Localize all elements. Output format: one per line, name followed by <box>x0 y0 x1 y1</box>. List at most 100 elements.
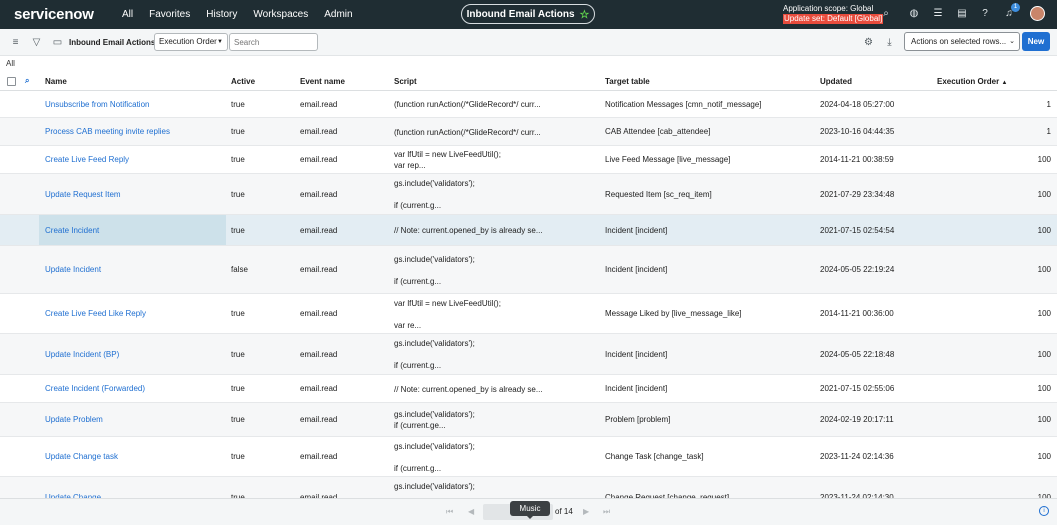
cell-name[interactable]: Update Incident (BP) <box>45 350 119 360</box>
breadcrumb[interactable]: All <box>6 59 15 68</box>
help-icon[interactable]: ? <box>979 8 991 20</box>
cell-name[interactable]: Update Change task <box>45 452 118 462</box>
select-all-checkbox[interactable] <box>7 77 16 86</box>
cell-execution-order: 100 <box>1037 350 1051 359</box>
column-header-order[interactable]: Execution Order ▲ <box>937 77 1007 86</box>
cell-script: (function runAction(/*GlideRecord*/ curr… <box>394 128 541 137</box>
settings-gear-icon[interactable]: ⚙ <box>863 37 874 48</box>
avatar[interactable] <box>1030 6 1045 21</box>
column-header-target[interactable]: Target table <box>605 77 650 86</box>
cell-name[interactable]: Unsubscribe from Notification <box>45 100 149 110</box>
chat-icon[interactable]: ☰ <box>932 8 944 20</box>
table-row[interactable]: Update Problem true email.read gs.include('… <box>0 403 1057 437</box>
next-page-icon[interactable]: ▶ <box>583 507 589 516</box>
cell-event-name: email.read <box>300 350 338 359</box>
chevron-down-icon: ▼ <box>217 39 223 45</box>
nav-favorites[interactable]: Favorites <box>149 9 190 20</box>
cell-event-name: email.read <box>300 309 338 318</box>
table-row[interactable]: Create Live Feed Reply true email.read var … <box>0 146 1057 174</box>
cell-name[interactable]: Update Request Item <box>45 190 121 200</box>
cell-active: false <box>231 265 248 274</box>
favorite-star-icon[interactable]: ☆ <box>580 8 590 21</box>
search-columns-icon[interactable]: ⌕ <box>25 76 29 86</box>
cell-updated: 2023-10-16 04:44:35 <box>820 127 895 136</box>
servicenow-logo[interactable]: servicenow <box>14 6 116 23</box>
cell-name[interactable]: Create Live Feed Like Reply <box>45 309 146 319</box>
cell-target-table: Notification Messages [cmn_notif_message… <box>605 100 762 109</box>
cell-name[interactable]: Update Problem <box>45 415 103 425</box>
previous-page-icon[interactable]: ◀ <box>468 507 474 516</box>
table-row[interactable]: Create Incident (Forwarded) true email.rea… <box>0 375 1057 403</box>
sort-field-select[interactable]: Execution Order ▼ <box>154 33 228 51</box>
download-icon[interactable]: ⤓ <box>884 37 895 48</box>
nav-workspaces[interactable]: Workspaces <box>253 9 308 20</box>
cell-event-name: email.read <box>300 452 338 461</box>
globe-icon[interactable]: ◍ <box>908 8 920 20</box>
cell-script: var lfUtil = new LiveFeedUtil(); var rep… <box>394 150 501 170</box>
cell-script: gs.include('validators'); if (current.g.… <box>394 442 475 473</box>
cell-updated: 2023-11-24 02:14:36 <box>820 452 894 461</box>
nav-admin[interactable]: Admin <box>324 9 352 20</box>
cell-name[interactable]: Update Incident <box>45 265 101 275</box>
list-title[interactable]: Inbound Email Actions <box>69 38 155 47</box>
notification-badge: 1 <box>1011 3 1020 12</box>
column-header-script[interactable]: Script <box>394 77 417 86</box>
cell-script: // Note: current.opened_by is already se… <box>394 385 543 394</box>
news-icon[interactable]: ▤ <box>956 8 968 20</box>
search-input[interactable] <box>229 33 318 51</box>
cell-name[interactable]: Create Incident <box>45 226 99 236</box>
search-icon[interactable]: ⌕ <box>880 8 892 20</box>
table-row[interactable]: Process CAB meeting invite replies true em… <box>0 118 1057 146</box>
hamburger-menu-icon[interactable]: ≡ <box>10 37 21 48</box>
table-row[interactable]: Unsubscribe from Notification true email.r… <box>0 91 1057 118</box>
cell-name[interactable]: Process CAB meeting invite replies <box>45 127 170 137</box>
table-row[interactable]: Create Live Feed Like Reply true email.rea… <box>0 294 1057 334</box>
table-row[interactable]: Update Change task true email.read gs.inclu… <box>0 437 1057 477</box>
cell-execution-order: 100 <box>1037 190 1051 199</box>
column-header-order-label: Execution Order <box>937 77 1000 86</box>
last-page-icon[interactable]: ⏭ <box>603 507 610 517</box>
new-button[interactable]: New <box>1022 32 1050 51</box>
cell-target-table: Incident [incident] <box>605 384 668 393</box>
info-icon[interactable]: i <box>1039 506 1049 516</box>
page-count: of 14 <box>555 507 573 516</box>
table-row[interactable]: Create Incident true email.read // Note: cu… <box>0 215 1057 246</box>
cell-active: true <box>231 155 245 164</box>
cell-active: true <box>231 190 245 199</box>
table-row[interactable]: Update Request Item true email.read gs.incl… <box>0 174 1057 215</box>
column-header-event[interactable]: Event name <box>300 77 345 86</box>
cell-event-name: email.read <box>300 100 338 109</box>
cell-updated: 2014-11-21 00:36:00 <box>820 309 894 318</box>
table-header: ⌕ Name Active Event name Script Target t… <box>0 73 1057 91</box>
cell-updated: 2014-11-21 00:38:59 <box>820 155 894 164</box>
scope-info[interactable]: Application scope: Global Update set: De… <box>783 4 884 24</box>
actions-select[interactable]: Actions on selected rows... ⌄ <box>904 32 1020 51</box>
cell-script: gs.include('validators'); if (current.g.… <box>394 255 475 286</box>
cell-name[interactable]: Create Incident (Forwarded) <box>45 384 145 394</box>
current-page-pill[interactable]: Inbound Email Actions ☆ <box>461 4 595 24</box>
cell-event-name: email.read <box>300 384 338 393</box>
first-page-icon[interactable]: ⏮ <box>446 507 453 517</box>
cell-execution-order: 100 <box>1037 226 1051 235</box>
filter-icon[interactable]: ▽ <box>31 37 42 48</box>
cell-execution-order: 1 <box>1046 127 1051 136</box>
nav-history[interactable]: History <box>206 9 237 20</box>
cell-active: true <box>231 309 245 318</box>
comment-icon[interactable]: ▭ <box>52 37 63 48</box>
cell-updated: 2021-07-15 02:54:54 <box>820 226 895 235</box>
cell-updated: 2024-05-05 22:18:48 <box>820 350 895 359</box>
nav-all[interactable]: All <box>122 9 133 20</box>
cell-active: true <box>231 100 245 109</box>
table-row[interactable]: Update Incident (BP) true email.read gs.inc… <box>0 334 1057 375</box>
cell-event-name: email.read <box>300 265 338 274</box>
cell-script: (function runAction(/*GlideRecord*/ curr… <box>394 100 541 109</box>
cell-active: true <box>231 415 245 424</box>
cell-target-table: Incident [incident] <box>605 350 668 359</box>
column-header-name[interactable]: Name <box>45 77 67 86</box>
column-header-active[interactable]: Active <box>231 77 255 86</box>
cell-target-table: Incident [incident] <box>605 226 668 235</box>
cell-event-name: email.read <box>300 415 338 424</box>
cell-name[interactable]: Create Live Feed Reply <box>45 155 129 165</box>
table-row[interactable]: Update Incident false email.read gs.include… <box>0 246 1057 294</box>
column-header-updated[interactable]: Updated <box>820 77 852 86</box>
